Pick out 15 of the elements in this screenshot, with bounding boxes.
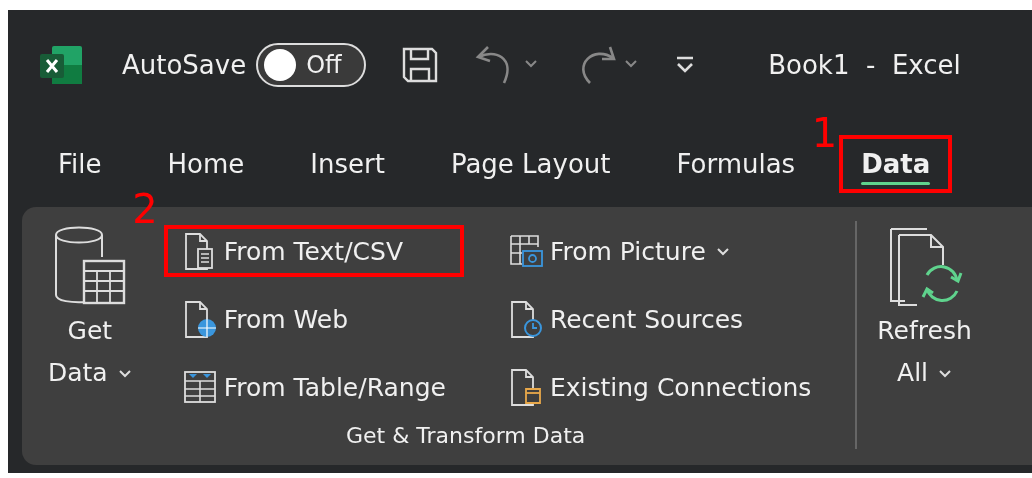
autosave-toggle[interactable]: Off: [256, 43, 367, 87]
ribbon-command[interactable]: Existing Connections: [489, 361, 830, 413]
group-label: Get & Transform Data: [345, 423, 587, 448]
spreadsheet-logo-icon: [40, 46, 82, 84]
autosave-label: AutoSave: [122, 50, 247, 80]
step-number: 1: [811, 112, 838, 153]
ribbon-command[interactable]: Recent Sources: [489, 293, 830, 345]
ribbon-tab[interactable]: Page Layout: [428, 134, 633, 193]
ribbon-command[interactable]: From Picture: [489, 225, 830, 277]
ribbon-tab[interactable]: Insert: [288, 134, 407, 193]
ribbon-command[interactable]: From Web: [163, 293, 464, 345]
window-title: Book1 - Excel: [768, 50, 961, 80]
ribbon-command[interactable]: From Table/Range: [163, 361, 464, 413]
ribbon-tab[interactable]: File: [36, 134, 124, 193]
refresh-all-button[interactable]: Refresh All: [871, 221, 978, 457]
